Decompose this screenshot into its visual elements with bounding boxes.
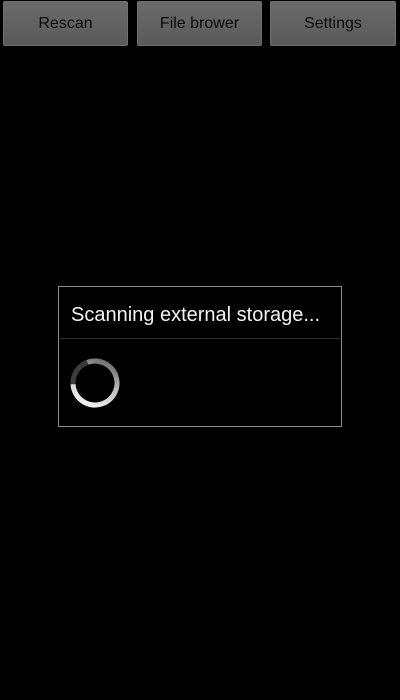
dialog-divider	[60, 338, 340, 339]
rescan-button[interactable]: Rescan	[3, 1, 128, 46]
screen: Rescan File brower Settings Scanning ext…	[0, 0, 400, 700]
dialog-message: Scanning external storage...	[71, 304, 321, 326]
settings-button[interactable]: Settings	[270, 1, 396, 46]
file-browser-button[interactable]: File brower	[137, 1, 262, 46]
spinner-icon	[69, 357, 121, 409]
scanning-dialog: Scanning external storage...	[58, 286, 342, 427]
top-toolbar: Rescan File brower Settings	[0, 0, 400, 48]
